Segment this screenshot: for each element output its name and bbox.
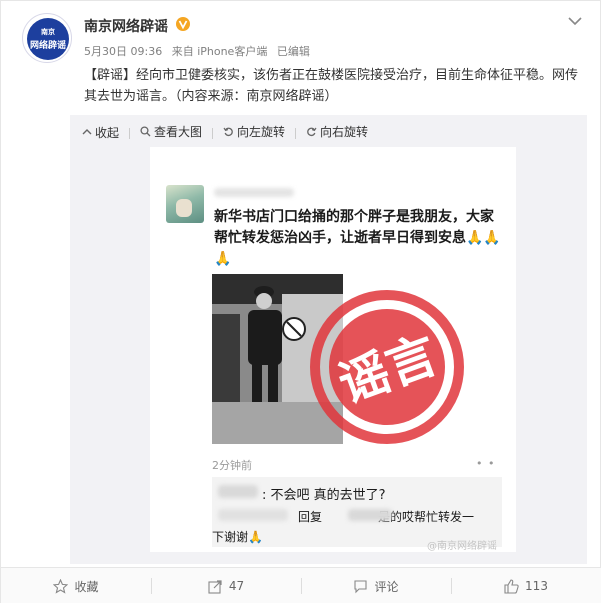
rotate-right-label: 向右旋转 [320,125,369,139]
toolbar-divider [295,128,297,139]
thumbs-up-icon [504,578,519,594]
media-toolbar: 收起 查看大图 向左旋转 向右旋转 [82,123,378,141]
blurred-replier [348,509,392,521]
blurred-username [214,188,294,197]
view-large-label: 查看大图 [154,125,203,139]
screenshot-time: 2分钟前 [212,459,252,472]
magnifier-icon [140,126,151,137]
post-action-bar: 收藏 47 评论 113 [1,567,601,603]
post-body: 【辟谣】经向市卫健委核实，该伤者正在鼓楼医院接受治疗，目前生命体征平稳。网传其去… [84,65,584,107]
blurred-replier [218,485,258,498]
rotate-right-button[interactable]: 向右旋转 [306,123,368,140]
share-icon [208,579,222,594]
collapse-up-icon [82,129,92,135]
comment-button[interactable]: 评论 [301,568,451,603]
post-tag: 【辟谣】 [84,68,137,83]
avatar-logo-text-bottom: 网络辟谣 [29,41,66,51]
image-watermark: @南京网络辟谣 [427,541,497,552]
favorite-button[interactable]: 收藏 [1,568,151,603]
weibo-post-card: 南京 网络辟谣 南京网络辟谣 5月30日 09:36 来自 iPhone客户端 … [0,0,601,603]
comment-label: 评论 [374,579,399,594]
repost-count: 47 [228,579,245,593]
rotate-left-icon [223,127,233,137]
reply-prefix: 回复 [298,510,323,524]
toolbar-divider [129,128,131,139]
repost-button[interactable]: 47 [151,568,301,603]
toolbar-divider [212,128,214,139]
rumor-stamp: 谣言 [310,290,464,444]
collapse-label: 收起 [95,125,120,140]
chevron-down-icon[interactable] [567,15,583,27]
post-date[interactable]: 5月30日 09:36 [84,45,162,58]
screenshot-message: 新华书店门口给捅的那个胖子是我朋友，大家帮忙转发惩治凶手，让逝者早日得到安息🙏🙏… [214,209,501,267]
star-icon [53,578,69,594]
view-large-button[interactable]: 查看大图 [140,123,202,140]
like-button[interactable]: 113 [451,568,601,603]
rotate-left-label: 向左旋转 [237,125,286,139]
screenshot-reply-3: 下谢谢🙏 [212,530,263,544]
screenshot-more-icon: • • [476,457,496,470]
verified-badge-icon [176,17,190,31]
like-count: 113 [525,579,548,593]
screenshot-reply-1: : 不会吧 真的去世了? [262,488,386,503]
username-link[interactable]: 南京网络辟谣 [84,16,168,36]
post-edited-label: 已编辑 [276,45,310,58]
avatar-logo: 南京 网络辟谣 [27,18,69,60]
avatar[interactable]: 南京 网络辟谣 [22,13,72,63]
rotate-right-icon [307,127,317,137]
post-meta: 5月30日 09:36 来自 iPhone客户端 已编辑 [84,43,316,59]
post-body-text: 经向市卫健委核实，该伤者正在鼓楼医院接受治疗，目前生命体征平稳。网传其去世为谣言… [84,68,579,104]
favorite-label: 收藏 [74,579,99,594]
collapse-button[interactable]: 收起 [82,124,119,141]
blurred-replier [218,509,288,521]
post-source: 来自 iPhone客户端 [171,45,268,58]
avatar-logo-text-top: 南京 [41,28,55,36]
reply-suffix: 是的哎帮忙转发一 [378,510,475,524]
rotate-left-button[interactable]: 向左旋转 [223,123,285,140]
comment-icon [354,579,368,593]
screenshot-avatar [166,185,204,223]
